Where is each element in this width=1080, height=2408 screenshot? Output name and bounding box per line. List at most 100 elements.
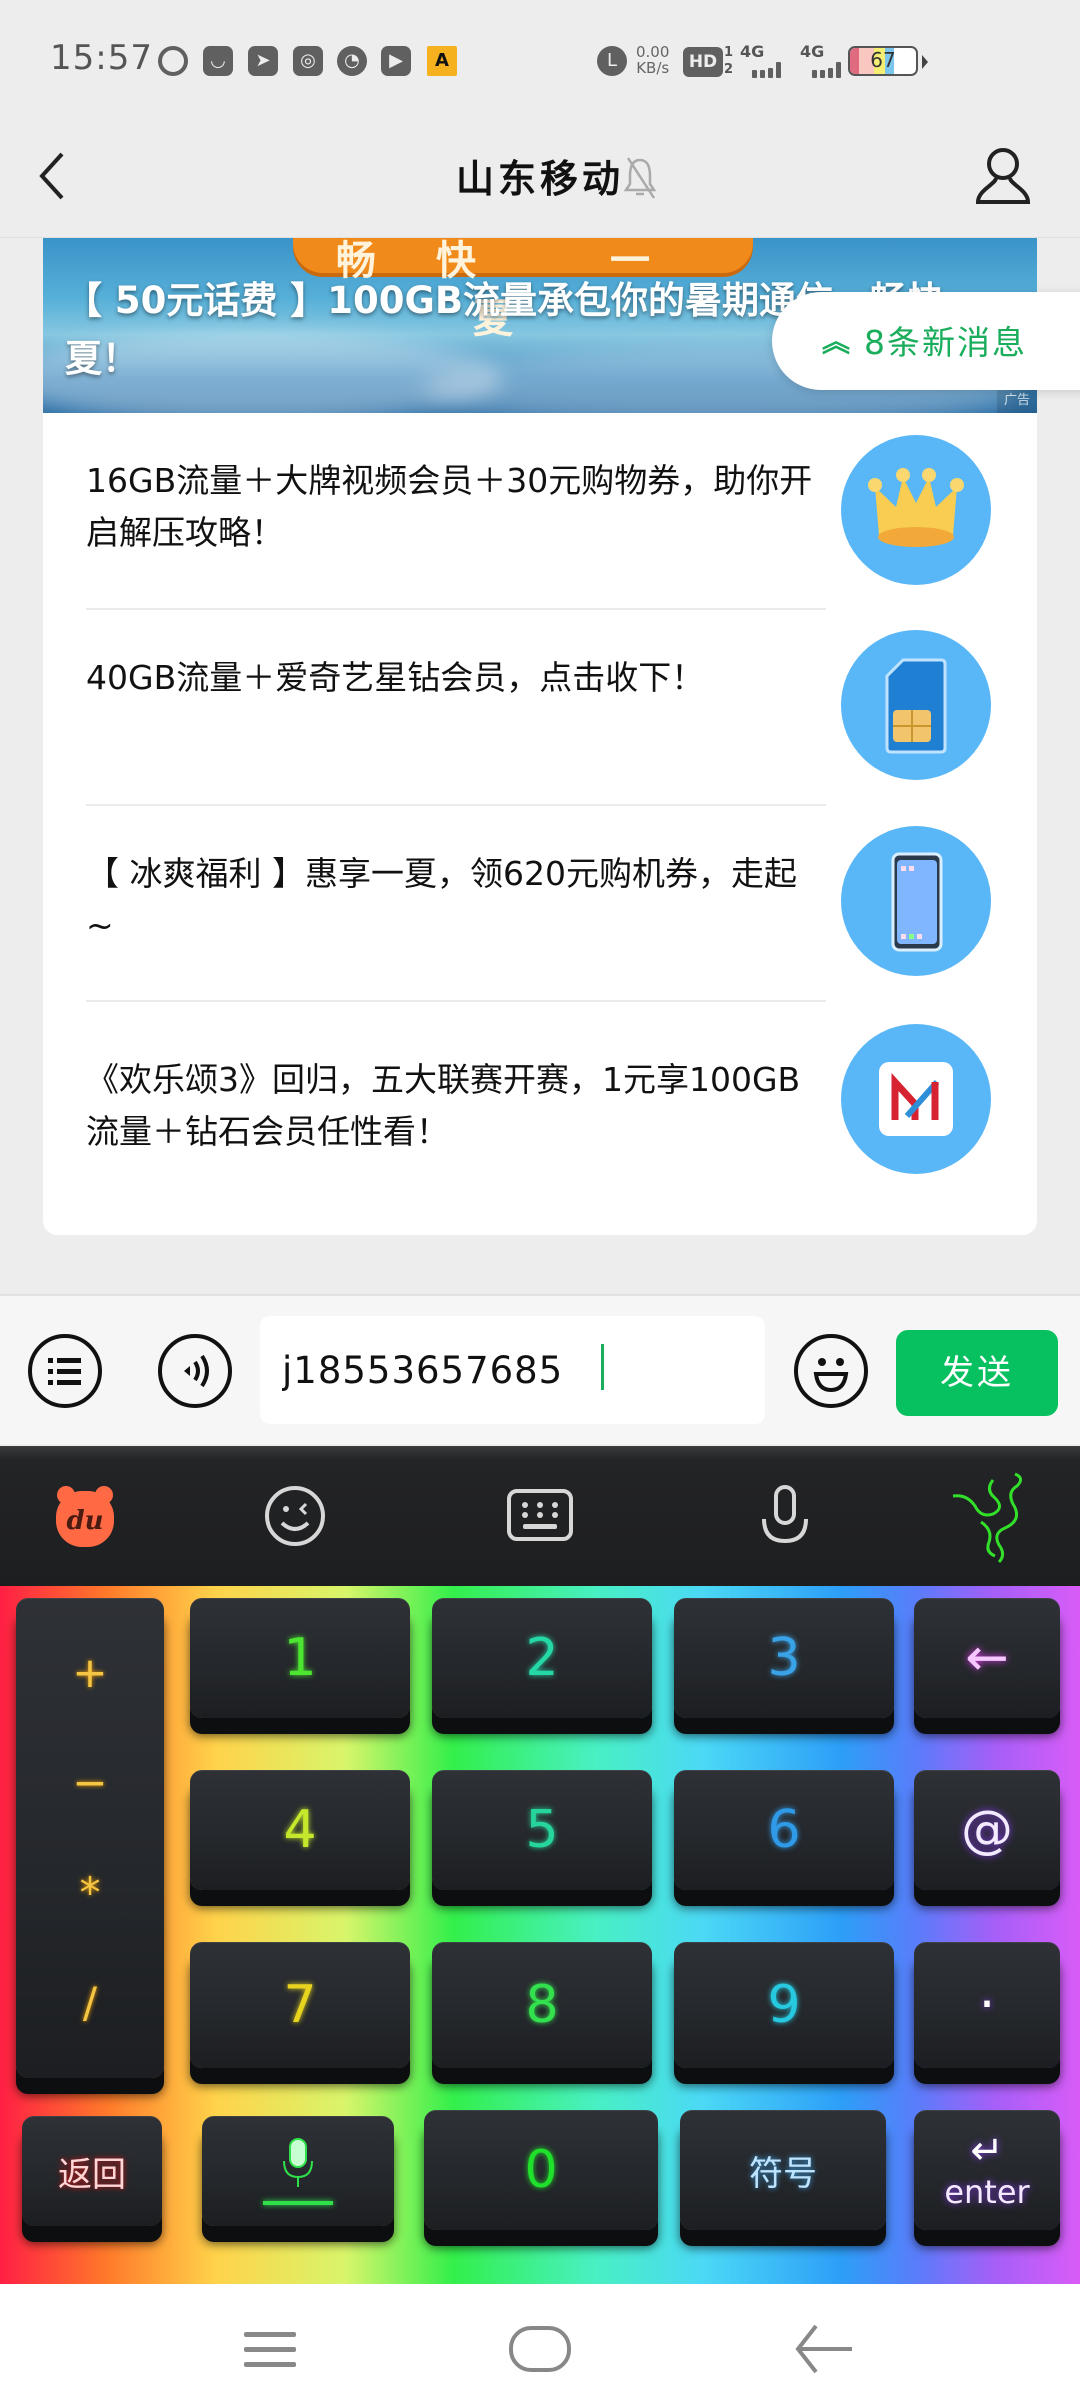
emoji-button[interactable] [794,1334,868,1408]
key-label: 4 [283,1800,317,1860]
key-divide[interactable]: / [83,1982,97,2024]
signal-1-bars-icon [752,62,781,78]
uc-browser-icon: ◎ [293,46,323,76]
text-caret [601,1344,604,1390]
migu-logo-icon [841,1024,991,1174]
status-bar: 15:57 ◡ ➤ ◎ ◔ ▶ A L 0.00 KB/s HD 12 4G 4… [0,0,1080,120]
play-icon: ▶ [381,46,411,76]
menu-toggle-button[interactable] [28,1334,102,1408]
app-logo-icon: A [427,46,457,76]
keyboard-icon[interactable] [505,1481,575,1551]
back-icon [795,2324,852,2374]
key-label: 8 [525,1975,559,2035]
network-speed: 0.00 KB/s [636,44,669,76]
key-minus[interactable]: − [72,1762,107,1804]
microphone-icon [283,2138,313,2187]
emoji-icon [813,1358,849,1393]
keyboard-toolbar: du [0,1446,1080,1586]
du-bear-logo[interactable]: du [50,1481,120,1551]
svg-text:du: du [66,1506,103,1536]
microphone-icon[interactable] [750,1481,820,1551]
net-speed-unit: KB/s [636,59,670,77]
list-item[interactable]: 40GB流量＋爱奇艺星钻会员，点击收下！ [43,610,1037,805]
system-back-button[interactable] [786,2314,866,2384]
backspace-icon: ← [965,1628,1009,1688]
space-bar-line [263,2201,333,2205]
shopping-bag-icon: ◡ [203,46,233,76]
banner-graphic: 畅快 一夏 [293,238,753,342]
signal-2-bars-icon [812,62,841,78]
signal-2-label: 4G [800,42,825,61]
at-key[interactable]: @ [914,1770,1060,1890]
alarm-icon: L [597,46,627,76]
operators-key-column[interactable]: + − * / [16,1598,164,2078]
key-1[interactable]: 1 [190,1598,410,1718]
key-label: 3 [767,1628,801,1688]
send-button[interactable]: 发送 [896,1330,1058,1416]
key-7[interactable]: 7 [190,1942,410,2068]
enter-icon: ↵ [970,2128,1004,2174]
key-8[interactable]: 8 [432,1942,652,2068]
list-item[interactable]: 《欢乐颂3》回归，五大联赛开赛，1元享100GB流量＋钻石会员任性看！ [43,1002,1037,1197]
home-button[interactable] [500,2314,580,2384]
menu-icon [244,2332,296,2367]
key-label: 5 [525,1800,559,1860]
battery-tip [922,55,928,69]
list-item-text: 《欢乐颂3》回归，五大联赛开赛，1元享100GB流量＋钻石会员任性看！ [86,1060,801,1151]
list-item-text: 40GB流量＋爱奇艺星钻会员，点击收下！ [86,658,705,697]
key-label: @ [961,1800,1013,1860]
emoji-wink-icon[interactable] [260,1481,330,1551]
page-title: 山东移动 [455,157,624,201]
key-9[interactable]: 9 [674,1942,894,2068]
key-label: 符号 [749,2153,817,2194]
symbols-key[interactable]: 符号 [680,2110,886,2230]
message-input-bar: 发送 [0,1294,1080,1444]
enter-label: enter [944,2173,1030,2211]
back-key[interactable]: 返回 [22,2116,162,2226]
key-label: 1 [283,1628,317,1688]
key-2[interactable]: 2 [432,1598,652,1718]
hd-sim-index: 12 [724,45,734,77]
message-input[interactable] [260,1316,765,1424]
voice-key[interactable] [202,2116,394,2226]
battery-icon: 67 [848,46,918,76]
key-label: · [978,1975,996,2035]
system-nav-bar [0,2284,1080,2408]
chat-header: 山东移动 [0,120,1080,238]
dot-key[interactable]: · [914,1942,1060,2068]
ad-tag: 广告 [997,389,1037,413]
home-icon [509,2326,571,2372]
person-icon [975,148,1031,204]
backspace-key[interactable]: ← [914,1598,1060,1718]
status-time: 15:57 [50,38,153,78]
keyboard: du + − * / 1 2 3 ← 4 5 6 @ 7 8 9 · 返回 0 … [0,1446,1080,2284]
new-messages-button[interactable]: ︽ 8条新消息 [772,292,1080,390]
key-3[interactable]: 3 [674,1598,894,1718]
profile-button[interactable] [970,144,1036,210]
key-label: 2 [525,1628,559,1688]
net-speed-value: 0.00 [636,43,670,61]
smartphone-icon [841,826,991,976]
key-multiply[interactable]: * [80,1872,101,1914]
key-plus[interactable]: + [72,1652,107,1694]
key-0[interactable]: 0 [424,2110,658,2230]
key-label: 6 [767,1800,801,1860]
voice-icon [184,1354,209,1388]
voice-input-button[interactable] [158,1334,232,1408]
recent-apps-button[interactable] [230,2314,310,2384]
signal-1-label: 4G [740,42,765,61]
list-item-text: 16GB流量＋大牌视频会员＋30元购物券，助你开启解压攻略！ [86,461,813,552]
list-item[interactable]: 【 冰爽福利 】惠享一夏，领620元购机券，走起~ [43,806,1037,1001]
battery-level: 67 [870,48,896,72]
list-item[interactable]: 16GB流量＋大牌视频会员＋30元购物券，助你开启解压攻略！ [43,413,1037,608]
key-4[interactable]: 4 [190,1770,410,1890]
key-5[interactable]: 5 [432,1770,652,1890]
key-label: 9 [767,1975,801,2035]
razer-logo[interactable] [945,1468,1035,1564]
key-6[interactable]: 6 [674,1770,894,1890]
enter-key[interactable]: ↵ enter [914,2110,1060,2230]
key-label: 7 [283,1975,317,2035]
list-item-text: 【 冰爽福利 】惠享一夏，领620元购机券，走起~ [86,854,797,945]
key-label: 返回 [58,2154,126,2195]
speedometer-icon: ◔ [337,46,367,76]
